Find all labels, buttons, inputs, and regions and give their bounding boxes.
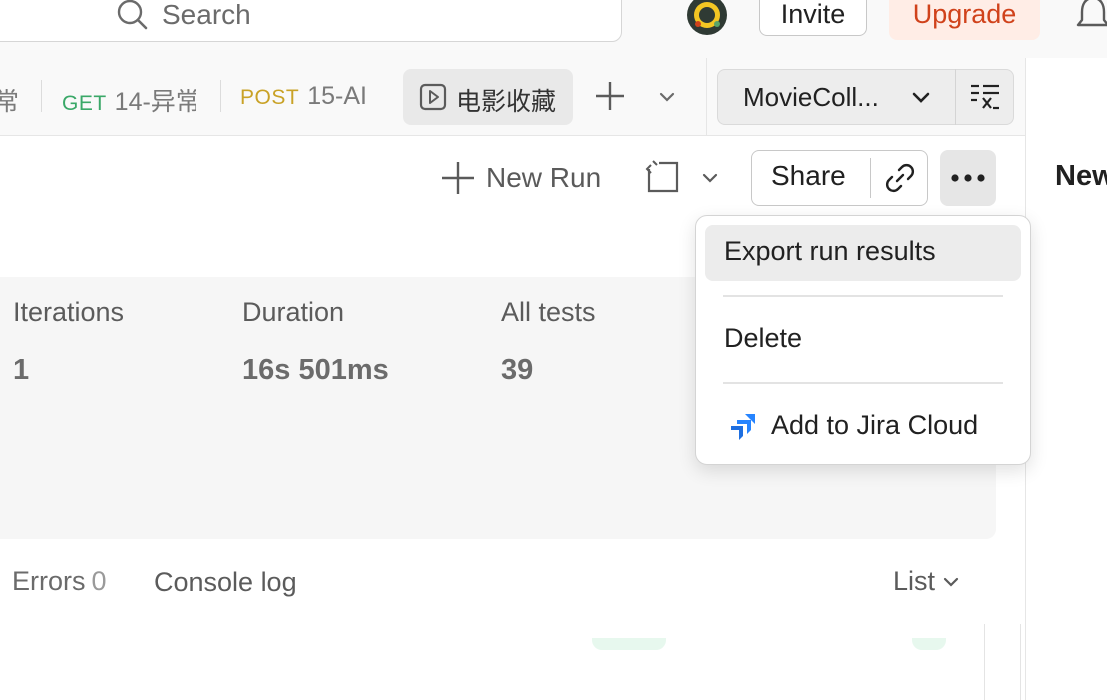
status-pill (912, 638, 946, 650)
tab-separator (41, 80, 42, 112)
environment-quick-look-icon[interactable] (969, 82, 1001, 112)
stat-value-duration: 16s 501ms (242, 354, 389, 386)
upgrade-button[interactable]: Upgrade (889, 0, 1040, 40)
method-badge-get: GET (62, 92, 107, 115)
search-placeholder[interactable]: Search (162, 0, 251, 30)
right-panel-title: New (1055, 160, 1107, 192)
column-divider (1020, 624, 1021, 700)
search-icon (117, 0, 148, 30)
status-pill (592, 638, 666, 650)
new-run-button[interactable]: New Run (440, 160, 601, 196)
stat-label-all-tests: All tests (501, 297, 596, 327)
menu-item-add-to-jira-cloud[interactable]: Add to Jira Cloud (771, 410, 978, 441)
avatar[interactable] (686, 0, 728, 36)
share-divider (870, 158, 871, 198)
tab-label: 14-异常 (114, 88, 196, 116)
jira-icon (731, 414, 755, 440)
errors-label: Errors (12, 566, 86, 596)
tab-fragment-label[interactable]: 常 (0, 82, 19, 118)
chevron-down-icon[interactable] (656, 86, 678, 108)
view-mode-label: List (893, 566, 936, 596)
new-run-label: New Run (486, 162, 602, 193)
invite-button[interactable]: Invite (759, 0, 867, 36)
method-badge-post: POST (240, 86, 300, 109)
monitor-schedule-icon[interactable] (645, 159, 681, 195)
stat-label-iterations: Iterations (13, 297, 125, 327)
stat-label-duration: Duration (242, 297, 345, 327)
chevron-down-icon[interactable] (909, 87, 933, 109)
right-panel (1025, 58, 1107, 700)
tab-separator (220, 80, 221, 112)
tab-errors[interactable]: Errors 0 (12, 566, 107, 597)
chevron-down-icon (943, 577, 959, 587)
tab-label: 电影收藏 (456, 88, 556, 116)
tab-post-request[interactable]: POST 15-AI (240, 82, 376, 111)
tabs-divider (706, 58, 707, 135)
environment-divider (955, 69, 956, 125)
chevron-down-icon[interactable] (699, 167, 721, 189)
plus-icon[interactable] (594, 80, 626, 112)
stat-value-all-tests: 39 (501, 354, 534, 386)
menu-item-delete[interactable]: Delete (724, 323, 802, 354)
tab-label: 15-AI (307, 82, 367, 110)
more-options-button[interactable] (940, 150, 996, 206)
tab-get-request[interactable]: GET 14-异常 (62, 82, 196, 118)
plus-icon (442, 162, 474, 194)
menu-divider (723, 295, 1003, 297)
bell-icon[interactable] (1075, 0, 1107, 34)
stat-value-iterations: 1 (13, 354, 30, 386)
menu-item-export-run-results[interactable]: Export run results (724, 236, 936, 267)
view-mode-selector[interactable]: List (893, 566, 961, 597)
errors-count: 0 (91, 566, 107, 596)
menu-divider (723, 382, 1003, 384)
link-icon[interactable] (884, 162, 916, 194)
tab-console-log[interactable]: Console log (154, 567, 297, 598)
more-horizontal-icon (951, 174, 985, 182)
share-button[interactable]: Share (771, 160, 846, 192)
search-bar[interactable] (0, 0, 622, 42)
environment-name: MovieColl... (743, 82, 879, 112)
column-divider (984, 624, 985, 700)
play-box-icon (419, 83, 447, 111)
